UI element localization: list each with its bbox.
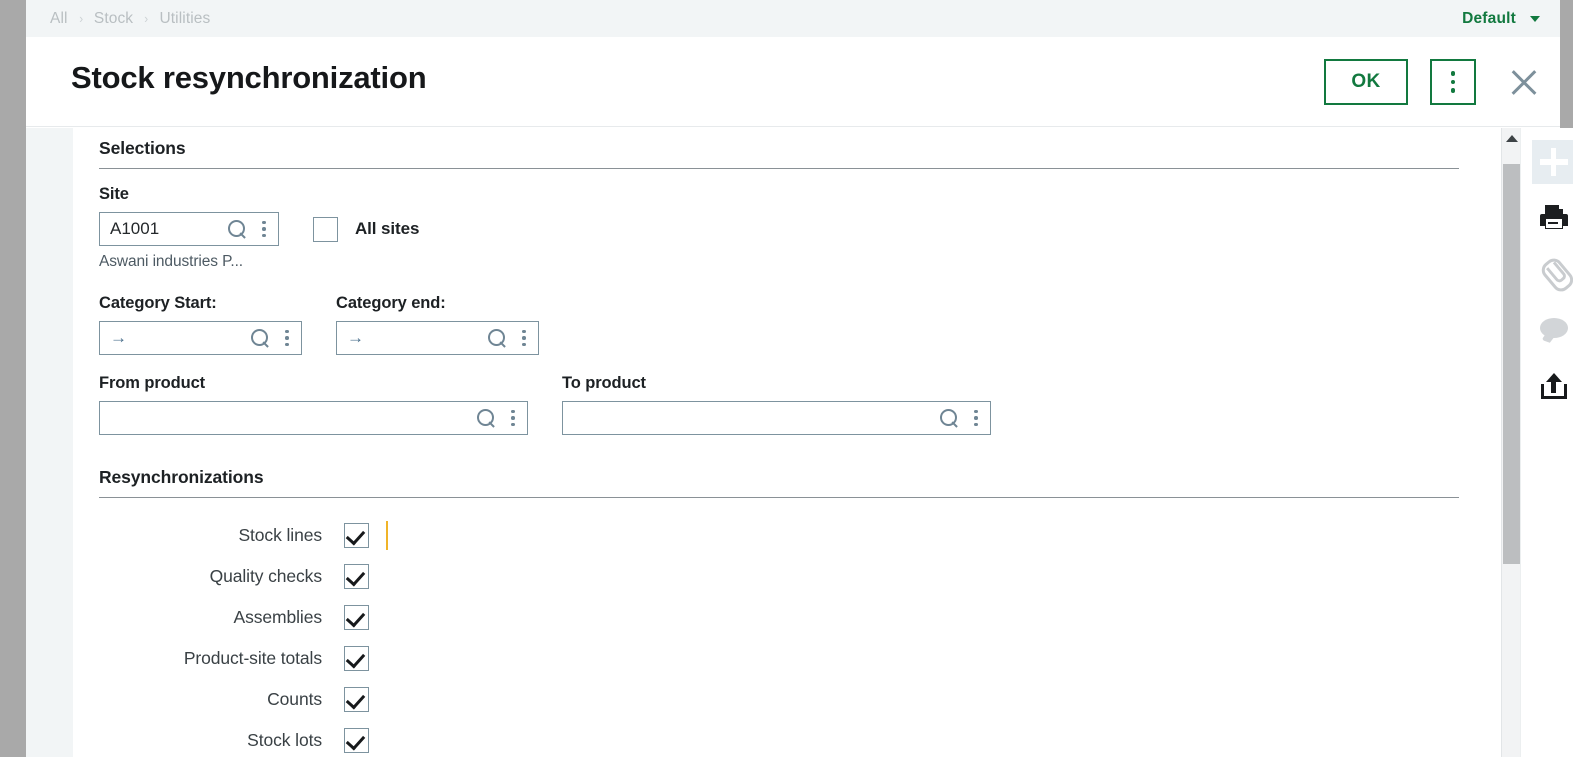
search-icon[interactable] [227, 219, 248, 240]
dialog-title-bar: Stock resynchronization OK [26, 37, 1560, 127]
resync-checkbox-stock-lots[interactable] [344, 728, 369, 753]
kebab-dot [1450, 71, 1456, 76]
section-title-selections: Selections [99, 138, 186, 158]
breadcrumb-item-utilities[interactable]: Utilities [157, 10, 212, 28]
resync-label: Product-site totals [183, 648, 322, 668]
page-gutter-left [0, 0, 26, 757]
field-actions-icon[interactable] [968, 409, 984, 427]
chevron-down-icon[interactable] [1530, 15, 1540, 22]
resync-label: Quality checks [209, 566, 323, 586]
kebab-dot [1450, 88, 1456, 93]
printer-icon [1539, 205, 1568, 231]
field-from-product: From product [99, 374, 528, 435]
resync-options-list: Stock lines Quality checks Assemblies Pr… [99, 515, 388, 757]
all-sites-checkbox[interactable] [313, 216, 338, 242]
page-title: Stock resynchronization [71, 60, 427, 95]
view-selector[interactable]: Default [1462, 10, 1540, 28]
search-icon[interactable] [487, 328, 508, 349]
search-icon[interactable] [939, 408, 960, 429]
resync-row-quality-checks[interactable]: Quality checks [99, 556, 388, 597]
attachments-button[interactable] [1532, 252, 1573, 296]
search-icon[interactable] [250, 328, 271, 349]
resync-label: Stock lots [247, 730, 322, 750]
field-actions-icon[interactable] [256, 220, 272, 238]
right-action-rail [1520, 128, 1573, 757]
body-left-gutter [26, 128, 73, 757]
field-actions-icon[interactable] [505, 409, 521, 427]
resync-checkbox-assemblies[interactable] [344, 605, 369, 630]
category-end-label: Category end: [336, 294, 446, 312]
resync-checkbox-counts[interactable] [344, 687, 369, 712]
resync-row-assemblies[interactable]: Assemblies [99, 597, 388, 638]
to-product-input[interactable] [562, 401, 991, 435]
breadcrumb: All › Stock › Utilities [48, 10, 212, 28]
field-category-end: Category end: → [336, 294, 539, 355]
field-actions-icon[interactable] [279, 329, 295, 347]
print-button[interactable] [1532, 196, 1573, 240]
more-actions-button[interactable] [1430, 59, 1476, 105]
resync-row-stock-lines[interactable]: Stock lines [99, 515, 388, 556]
site-input[interactable]: A1001 [99, 212, 279, 246]
from-product-input[interactable] [99, 401, 528, 435]
search-icon[interactable] [476, 408, 497, 429]
ok-button[interactable]: OK [1324, 59, 1408, 105]
form-content: Selections Site A1001 All sites Aswani i… [73, 128, 1501, 757]
site-label: Site [99, 185, 129, 203]
section-title-resynchronizations: Resynchronizations [99, 467, 264, 487]
view-selector-label: Default [1462, 9, 1516, 27]
field-actions-icon[interactable] [516, 329, 532, 347]
field-group-category: Category Start: → Category end: → [99, 294, 539, 355]
paperclip-icon [1535, 255, 1573, 293]
kebab-dot [1450, 79, 1456, 85]
scroll-up-arrow-icon[interactable] [1506, 135, 1518, 142]
section-divider [99, 168, 1459, 169]
category-end-value: → [347, 328, 364, 347]
dialog-body: Selections Site A1001 All sites Aswani i… [26, 128, 1560, 757]
resync-checkbox-stock-lines[interactable] [344, 523, 369, 548]
field-site: Site A1001 All sites Aswani industries P… [99, 185, 419, 271]
to-product-label: To product [562, 374, 646, 392]
resync-row-product-site-totals[interactable]: Product-site totals [99, 638, 388, 679]
add-button[interactable] [1531, 140, 1573, 184]
close-icon[interactable] [1502, 60, 1546, 104]
resync-checkbox-quality-checks[interactable] [344, 564, 369, 589]
all-sites-label: All sites [355, 219, 420, 238]
stock-resynchronization-dialog: All › Stock › Utilities Default Stock re… [26, 0, 1573, 757]
all-sites-checkbox-group[interactable]: All sites [313, 216, 420, 242]
resync-label: Counts [267, 689, 322, 709]
vertical-scrollbar[interactable] [1501, 128, 1520, 757]
section-divider [99, 497, 1459, 498]
section-resynchronizations: Resynchronizations [99, 467, 1459, 498]
field-to-product: To product [562, 374, 991, 435]
category-start-label: Category Start: [99, 294, 217, 312]
focus-indicator [386, 521, 388, 550]
plus-icon [1539, 148, 1568, 176]
scrollbar-thumb[interactable] [1503, 164, 1520, 564]
export-button[interactable] [1532, 364, 1573, 408]
field-category-start: Category Start: → [99, 294, 302, 355]
category-end-input[interactable]: → [336, 321, 539, 355]
resync-row-counts[interactable]: Counts [99, 679, 388, 720]
breadcrumb-item-all[interactable]: All [48, 10, 70, 28]
dialog-actions: OK [1324, 37, 1546, 127]
chevron-right-icon: › [144, 11, 149, 26]
resync-row-stock-lots[interactable]: Stock lots [99, 720, 388, 757]
resync-checkbox-product-site-totals[interactable] [344, 646, 369, 671]
field-group-product: From product To product [99, 374, 991, 435]
breadcrumb-bar: All › Stock › Utilities Default [26, 0, 1560, 37]
section-selections: Selections [99, 138, 1459, 169]
breadcrumb-item-stock[interactable]: Stock [92, 10, 135, 28]
chevron-right-icon: › [78, 11, 83, 26]
category-start-input[interactable]: → [99, 321, 302, 355]
site-helper-text: Aswani industries P... [99, 253, 243, 270]
site-value: A1001 [110, 219, 160, 238]
upload-icon [1540, 373, 1567, 399]
resync-label: Stock lines [238, 525, 322, 545]
screen-root: All › Stock › Utilities Default Stock re… [0, 0, 1573, 757]
comments-button[interactable] [1532, 308, 1573, 352]
resync-label: Assemblies [233, 607, 323, 627]
comment-icon [1539, 318, 1568, 342]
from-product-label: From product [99, 374, 206, 392]
category-start-value: → [110, 328, 127, 347]
